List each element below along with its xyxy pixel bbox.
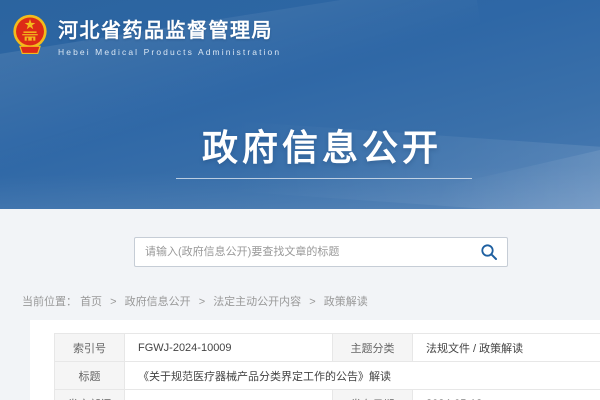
breadcrumb-gov-info[interactable]: 政府信息公开	[125, 296, 191, 308]
breadcrumb-prefix: 当前位置：	[22, 296, 77, 308]
org-name-en: Hebei Medical Products Administration	[58, 47, 281, 57]
title-value: 《关于规范医疗器械产品分类界定工作的公告》解读	[125, 362, 600, 390]
title-underline	[176, 178, 472, 179]
document-info-panel: 索引号 FGWJ-2024-10009 主题分类 法规文件 / 政策解读 标题 …	[30, 320, 600, 400]
breadcrumb-home[interactable]: 首页	[80, 296, 102, 308]
title-label: 标题	[55, 362, 125, 390]
national-emblem-icon	[12, 13, 48, 57]
breadcrumb-separator: >	[110, 296, 116, 308]
breadcrumb: 当前位置： 首页 > 政府信息公开 > 法定主动公开内容 > 政策解读	[22, 293, 368, 309]
site-logo[interactable]: 河北省药品监督管理局 Hebei Medical Products Admini…	[12, 13, 281, 57]
table-row: 标题 《关于规范医疗器械产品分类界定工作的公告》解读	[55, 362, 600, 390]
breadcrumb-separator: >	[199, 296, 205, 308]
issuing-dept-value	[125, 390, 333, 400]
org-name-cn: 河北省药品监督管理局	[58, 14, 281, 43]
issuing-dept-label: 发文部门	[55, 390, 125, 400]
publish-date-label: 发布日期	[333, 390, 413, 400]
topic-category-value: 法规文件 / 政策解读	[413, 334, 600, 362]
breadcrumb-statutory-disclosure[interactable]: 法定主动公开内容	[213, 296, 301, 308]
publish-date-value: 2024-05-13	[413, 390, 600, 400]
document-meta-table: 索引号 FGWJ-2024-10009 主题分类 法规文件 / 政策解读 标题 …	[54, 333, 600, 400]
hero-banner: 河北省药品监督管理局 Hebei Medical Products Admini…	[0, 0, 600, 209]
table-row: 索引号 FGWJ-2024-10009 主题分类 法规文件 / 政策解读	[55, 334, 600, 362]
breadcrumb-policy-interpretation[interactable]: 政策解读	[324, 296, 368, 308]
table-row: 发文部门 发布日期 2024-05-13	[55, 390, 600, 400]
site-logo-text: 河北省药品监督管理局 Hebei Medical Products Admini…	[58, 14, 281, 57]
search-bar	[134, 237, 508, 267]
search-icon[interactable]	[480, 243, 498, 261]
breadcrumb-separator: >	[309, 296, 315, 308]
index-number-value: FGWJ-2024-10009	[125, 334, 333, 362]
main-content: 当前位置： 首页 > 政府信息公开 > 法定主动公开内容 > 政策解读 索引号 …	[0, 209, 600, 400]
page-title: 政府信息公开	[202, 119, 442, 171]
topic-category-label: 主题分类	[333, 334, 413, 362]
search-input[interactable]	[135, 238, 480, 266]
index-number-label: 索引号	[55, 334, 125, 362]
